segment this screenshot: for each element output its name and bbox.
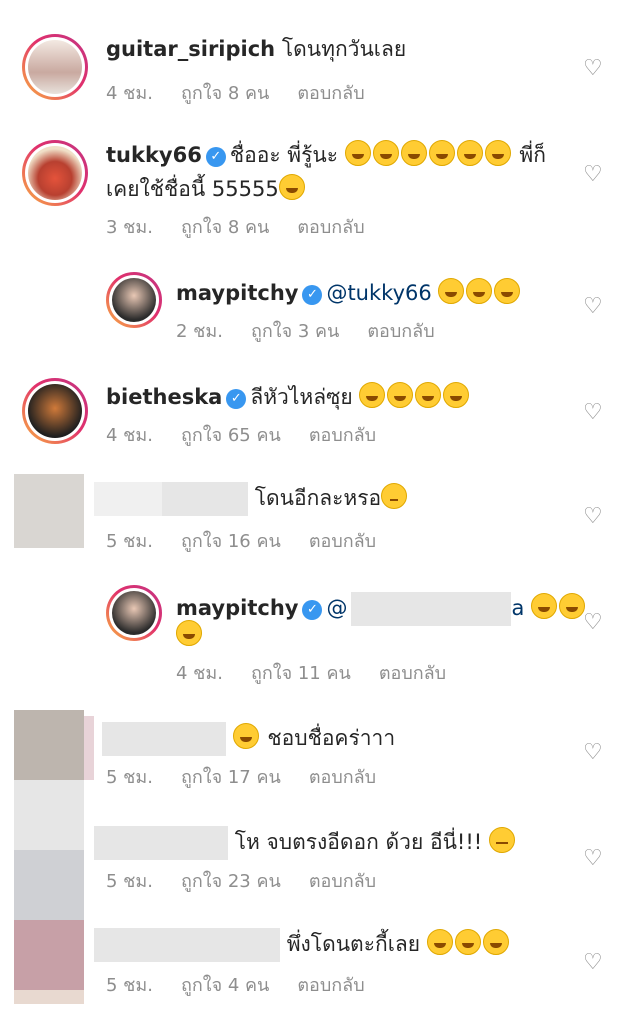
- timestamp: 2 ชม.: [176, 321, 223, 342]
- laughing-emoji-icon: [232, 723, 259, 749]
- pixelated-avatar[interactable]: [14, 474, 84, 548]
- mention-prefix[interactable]: @: [326, 596, 347, 620]
- eye-roll-emoji-icon: [381, 483, 408, 509]
- like-count[interactable]: ถูกใจ 3 คน: [251, 321, 339, 342]
- laughing-emoji-icon: [372, 140, 399, 166]
- pixelated-avatar: [14, 850, 84, 920]
- heart-outline-icon[interactable]: ♡: [583, 950, 603, 975]
- timestamp: 3 ชม.: [106, 217, 153, 238]
- like-count[interactable]: ถูกใจ 4 คน: [181, 975, 269, 996]
- timestamp: 5 ชม.: [106, 767, 153, 788]
- laughing-emoji-icon: [482, 929, 509, 955]
- pixelated-username[interactable]: [94, 928, 280, 962]
- like-count[interactable]: ถูกใจ 8 คน: [181, 83, 269, 104]
- heart-outline-icon[interactable]: ♡: [583, 740, 603, 765]
- pixelated-edge: [14, 990, 84, 1004]
- laughing-emoji-icon: [278, 174, 305, 200]
- reply-button[interactable]: ตอบกลับ: [297, 975, 364, 996]
- reply-button[interactable]: ตอบกลับ: [297, 217, 364, 238]
- comment-text: ชอบชื่อคร่าาา: [267, 726, 396, 750]
- mention-suffix[interactable]: a: [511, 596, 524, 620]
- avatar[interactable]: [22, 140, 88, 206]
- timestamp: 4 ชม.: [176, 663, 223, 684]
- expressionless-emoji-icon: [488, 827, 515, 853]
- laughing-emoji-icon: [344, 140, 371, 166]
- comment-text: โห จบตรงอีดอก ด้วย อีนี่!!!: [234, 830, 483, 854]
- comment-text: ลีหัวไหล่ซุย: [250, 385, 353, 409]
- pixelated-edge: [84, 716, 94, 780]
- avatar[interactable]: [22, 378, 88, 444]
- avatar[interactable]: [22, 34, 88, 100]
- rofl-emoji-icon: [494, 278, 521, 304]
- heart-outline-icon[interactable]: ♡: [583, 504, 603, 529]
- verified-badge-icon: ✓: [205, 147, 226, 167]
- avatar[interactable]: [106, 585, 162, 641]
- comment-text-continued: พี่ก็: [519, 143, 546, 167]
- heart-outline-icon[interactable]: ♡: [583, 162, 603, 187]
- heart-outline-icon[interactable]: ♡: [583, 846, 603, 871]
- like-count[interactable]: ถูกใจ 65 คน: [181, 425, 281, 446]
- pixelated-mention[interactable]: [351, 592, 512, 626]
- like-count[interactable]: ถูกใจ 16 คน: [181, 531, 281, 552]
- reply-button[interactable]: ตอบกลับ: [367, 321, 434, 342]
- emoji-group: [344, 140, 513, 167]
- reply-button[interactable]: ตอบกลับ: [309, 871, 376, 892]
- username[interactable]: guitar_siripich: [106, 37, 275, 61]
- rofl-emoji-icon: [415, 382, 442, 408]
- heart-outline-icon[interactable]: ♡: [583, 294, 603, 319]
- like-count[interactable]: ถูกใจ 17 คน: [181, 767, 281, 788]
- laughing-emoji-icon: [484, 140, 511, 166]
- pixelated-avatar[interactable]: [14, 710, 84, 780]
- mention-link[interactable]: @tukky66: [326, 281, 431, 305]
- laughing-emoji-icon: [400, 140, 427, 166]
- rofl-emoji-icon: [466, 278, 493, 304]
- like-count[interactable]: ถูกใจ 23 คน: [181, 871, 281, 892]
- username[interactable]: bietheska: [106, 385, 222, 409]
- pixelated-username[interactable]: [94, 482, 162, 516]
- laughing-emoji-icon: [454, 929, 481, 955]
- rofl-emoji-icon: [176, 620, 202, 646]
- avatar[interactable]: [106, 272, 162, 328]
- reply-button[interactable]: ตอบกลับ: [297, 83, 364, 104]
- username[interactable]: maypitchy: [176, 596, 298, 620]
- reply-button[interactable]: ตอบกลับ: [309, 767, 376, 788]
- verified-badge-icon: ✓: [302, 285, 323, 305]
- timestamp: 5 ชม.: [106, 975, 153, 996]
- username[interactable]: maypitchy: [176, 281, 298, 305]
- timestamp: 4 ชม.: [106, 425, 153, 446]
- comment-text: ชื่ออะ พี่รู้นะ: [229, 143, 339, 167]
- timestamp: 5 ชม.: [106, 871, 153, 892]
- comment-text: โดนอีกละหรอ: [254, 486, 382, 510]
- laughing-emoji-icon: [426, 929, 453, 955]
- pixelated-username[interactable]: [162, 482, 248, 516]
- like-count[interactable]: ถูกใจ 8 คน: [181, 217, 269, 238]
- rofl-emoji-icon: [438, 278, 465, 304]
- verified-badge-icon: ✓: [302, 600, 323, 620]
- pixelated-avatar[interactable]: [14, 780, 84, 850]
- laughing-emoji-icon: [428, 140, 455, 166]
- laughing-emoji-icon: [456, 140, 483, 166]
- rofl-emoji-icon: [443, 382, 470, 408]
- rofl-emoji-icon: [559, 593, 586, 619]
- heart-outline-icon[interactable]: ♡: [583, 56, 603, 81]
- rofl-emoji-icon: [387, 382, 414, 408]
- heart-outline-icon[interactable]: ♡: [583, 400, 603, 425]
- reply-button[interactable]: ตอบกลับ: [379, 663, 446, 684]
- verified-badge-icon: ✓: [226, 389, 247, 409]
- heart-outline-icon[interactable]: ♡: [583, 610, 603, 635]
- reply-button[interactable]: ตอบกลับ: [309, 531, 376, 552]
- pixelated-username[interactable]: [94, 826, 228, 860]
- timestamp: 4 ชม.: [106, 83, 153, 104]
- rofl-emoji-icon: [359, 382, 386, 408]
- pixelated-username[interactable]: [102, 722, 226, 756]
- reply-button[interactable]: ตอบกลับ: [309, 425, 376, 446]
- comment-text-line2: เคยใช้ชื่อนี้ 55555: [106, 177, 279, 201]
- rofl-emoji-icon: [531, 593, 558, 619]
- comment-text: โดนทุกวันเลย: [281, 37, 407, 61]
- comment-text: พึ่งโดนตะกี้เลย: [286, 932, 421, 956]
- pixelated-avatar[interactable]: [14, 920, 84, 990]
- timestamp: 5 ชม.: [106, 531, 153, 552]
- username[interactable]: tukky66: [106, 143, 202, 167]
- like-count[interactable]: ถูกใจ 11 คน: [251, 663, 351, 684]
